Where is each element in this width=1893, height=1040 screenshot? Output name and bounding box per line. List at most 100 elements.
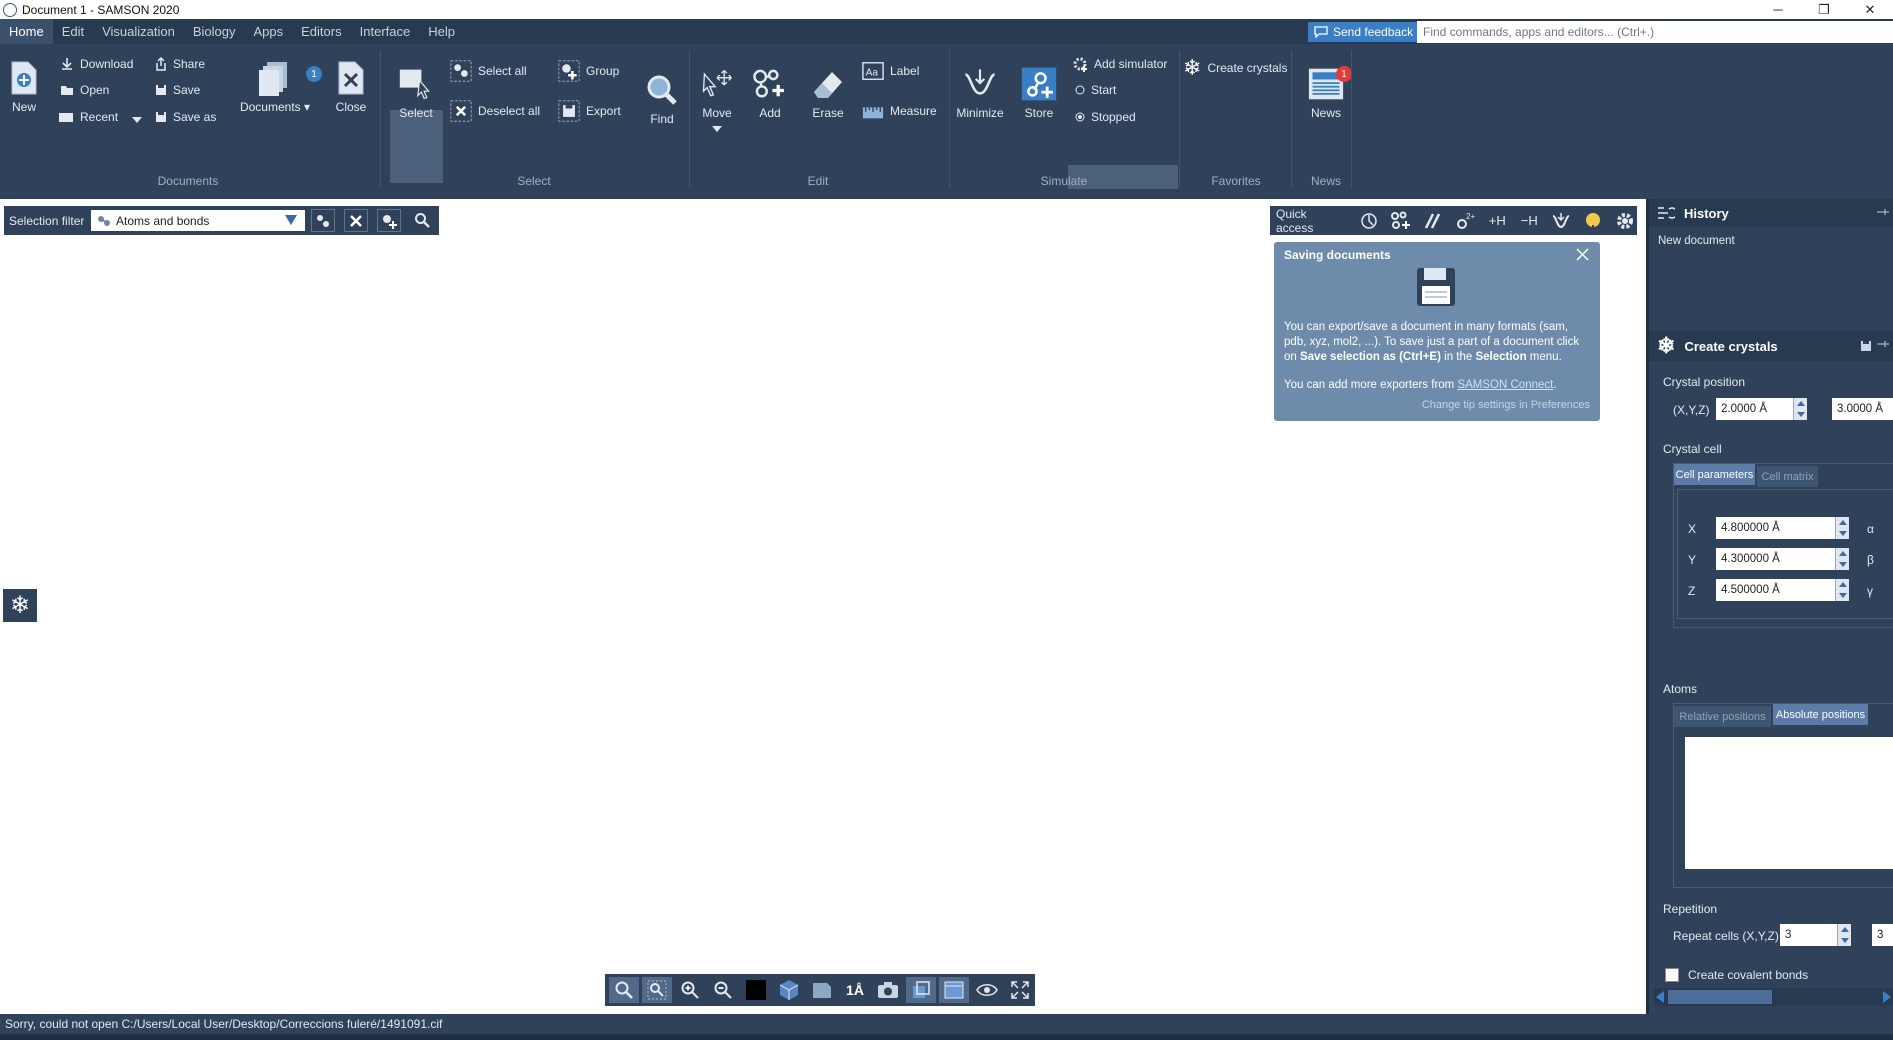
zoom-out-button[interactable] bbox=[708, 977, 738, 1003]
erase-tool-button[interactable]: Erase bbox=[808, 66, 848, 120]
text-size-button[interactable]: 1Å bbox=[840, 977, 870, 1003]
find-button[interactable]: Find bbox=[644, 72, 680, 126]
tab-cell-matrix[interactable]: Cell matrix bbox=[1757, 466, 1818, 487]
share-button[interactable]: Share bbox=[155, 57, 205, 71]
visibility-button[interactable] bbox=[972, 977, 1002, 1003]
menu-edit[interactable]: Edit bbox=[53, 19, 93, 44]
add-tool-button[interactable]: Add bbox=[748, 66, 792, 120]
spinner-arrows-icon[interactable] bbox=[1835, 517, 1849, 539]
history-entry[interactable]: New document bbox=[1658, 235, 1735, 247]
filter-select-all-button[interactable] bbox=[311, 209, 335, 232]
position-x-input[interactable]: 2.0000 Å bbox=[1716, 398, 1807, 420]
tab-relative-positions[interactable]: Relative positions bbox=[1674, 706, 1771, 727]
download-button[interactable]: Download bbox=[60, 57, 133, 71]
filter-deselect-button[interactable] bbox=[344, 209, 368, 232]
menu-home[interactable]: Home bbox=[0, 19, 53, 44]
scroll-left-icon[interactable] bbox=[1656, 991, 1664, 1003]
menu-biology[interactable]: Biology bbox=[184, 19, 245, 44]
move-tool-button[interactable]: Move bbox=[696, 66, 738, 132]
quick-remove-hydrogens-button[interactable]: −H bbox=[1518, 211, 1541, 231]
save-as-button[interactable]: Save as bbox=[155, 110, 216, 124]
cell-y-input[interactable]: 4.300000 Å bbox=[1716, 548, 1849, 570]
minimize-simulation-button[interactable]: Minimize bbox=[955, 66, 1005, 120]
recent-button[interactable]: Recent bbox=[58, 110, 143, 124]
start-simulation-button[interactable]: Start bbox=[1075, 83, 1116, 97]
fog-button[interactable] bbox=[807, 977, 837, 1003]
menu-editors[interactable]: Editors bbox=[292, 19, 350, 44]
atoms-table[interactable] bbox=[1685, 737, 1893, 869]
close-document-button[interactable]: Close bbox=[333, 60, 369, 114]
zoom-in-button[interactable] bbox=[675, 977, 705, 1003]
measure-button[interactable]: Measure bbox=[862, 100, 937, 122]
spinner-arrows-icon[interactable] bbox=[1837, 924, 1851, 946]
tip-preferences-link[interactable]: Change tip settings in Preferences bbox=[1422, 399, 1590, 411]
quick-bond-icon[interactable] bbox=[1422, 211, 1445, 231]
screenshot-button[interactable] bbox=[873, 977, 903, 1003]
quick-add-atom-icon[interactable] bbox=[1390, 211, 1413, 231]
create-crystals-favorite-button[interactable]: ❄ Create crystals bbox=[1183, 57, 1287, 79]
scroll-right-icon[interactable] bbox=[1883, 991, 1891, 1003]
panel-save-icon[interactable] bbox=[1860, 340, 1872, 352]
store-button[interactable]: Store bbox=[1015, 66, 1063, 120]
save-button[interactable]: Save bbox=[155, 83, 200, 97]
select-tool-button[interactable]: Select bbox=[394, 66, 438, 120]
add-simulator-button[interactable]: Add simulator bbox=[1072, 56, 1167, 72]
quick-select-icon[interactable] bbox=[1358, 211, 1381, 231]
group-button[interactable]: Group bbox=[558, 60, 619, 82]
quick-hint-icon[interactable] bbox=[1582, 211, 1605, 231]
spinner-arrows-icon[interactable] bbox=[1793, 398, 1807, 420]
background-color-button[interactable] bbox=[741, 977, 771, 1003]
samson-connect-link[interactable]: SAMSON Connect bbox=[1457, 379, 1553, 391]
maximize-window-button[interactable]: ❐ bbox=[1801, 0, 1847, 19]
panel-view-button[interactable] bbox=[939, 977, 969, 1003]
cell-x-input[interactable]: 4.800000 Å bbox=[1716, 517, 1849, 539]
quick-access-label: Quick access bbox=[1276, 206, 1314, 235]
export-button[interactable]: Export bbox=[558, 100, 621, 122]
position-y-input[interactable]: 3.0000 Å bbox=[1832, 398, 1893, 420]
stop-simulation-button[interactable]: Stopped bbox=[1075, 110, 1136, 124]
cell-z-input[interactable]: 4.500000 Å bbox=[1716, 579, 1849, 601]
label-button[interactable]: Aa Label bbox=[862, 60, 919, 82]
tab-cell-parameters[interactable]: Cell parameters bbox=[1674, 464, 1755, 485]
perspective-button[interactable] bbox=[774, 977, 804, 1003]
send-feedback-button[interactable]: Send feedback bbox=[1308, 22, 1420, 42]
quick-add-hydrogens-button[interactable]: +H bbox=[1486, 211, 1509, 231]
documents-button[interactable]: Documents ▾ bbox=[240, 60, 310, 114]
filter-find-button[interactable] bbox=[412, 210, 432, 230]
minimize-window-button[interactable]: ─ bbox=[1755, 0, 1801, 19]
tab-absolute-positions[interactable]: Absolute positions bbox=[1773, 704, 1868, 725]
close-window-button[interactable]: ✕ bbox=[1847, 0, 1893, 19]
pin-icon[interactable] bbox=[1876, 207, 1890, 217]
eye-icon bbox=[976, 984, 998, 996]
zoom-to-fit-button[interactable] bbox=[609, 977, 639, 1003]
open-button[interactable]: Open bbox=[60, 83, 109, 97]
deselect-all-button[interactable]: Deselect all bbox=[450, 100, 540, 122]
panel-horizontal-scrollbar[interactable] bbox=[1654, 988, 1893, 1006]
create-crystals-side-button[interactable]: ❄ bbox=[3, 589, 37, 622]
command-search-input[interactable]: Find commands, apps and editors... (Ctrl… bbox=[1417, 21, 1893, 43]
fullscreen-button[interactable] bbox=[1005, 977, 1035, 1003]
filter-group-button[interactable] bbox=[377, 209, 401, 232]
repeat-x-input[interactable]: 3 bbox=[1780, 924, 1851, 946]
menu-visualization[interactable]: Visualization bbox=[93, 19, 184, 44]
quick-settings-gear-icon[interactable] bbox=[1614, 211, 1637, 231]
menu-apps[interactable]: Apps bbox=[245, 19, 293, 44]
quick-charge-icon[interactable]: 2+ bbox=[1454, 211, 1477, 231]
create-covalent-bonds-checkbox[interactable] bbox=[1665, 968, 1679, 982]
new-document-button[interactable]: New bbox=[6, 60, 42, 114]
tip-close-icon[interactable] bbox=[1575, 247, 1590, 262]
spinner-arrows-icon[interactable] bbox=[1835, 579, 1849, 601]
repeat-y-input[interactable]: 3 bbox=[1872, 924, 1893, 946]
move-dropdown-icon[interactable] bbox=[712, 126, 722, 132]
menu-interface[interactable]: Interface bbox=[351, 19, 420, 44]
spinner-arrows-icon[interactable] bbox=[1835, 548, 1849, 570]
view-mode-button[interactable] bbox=[906, 977, 936, 1003]
pin-icon[interactable] bbox=[1876, 339, 1890, 349]
recent-dropdown-icon[interactable] bbox=[132, 117, 143, 123]
zoom-selection-button[interactable] bbox=[642, 977, 672, 1003]
menu-help[interactable]: Help bbox=[419, 19, 464, 44]
selection-filter-dropdown[interactable]: Atoms and bonds bbox=[91, 210, 305, 231]
select-all-button[interactable]: Select all bbox=[450, 60, 527, 82]
scrollbar-thumb[interactable] bbox=[1668, 990, 1772, 1004]
quick-minimize-icon[interactable] bbox=[1550, 211, 1573, 231]
